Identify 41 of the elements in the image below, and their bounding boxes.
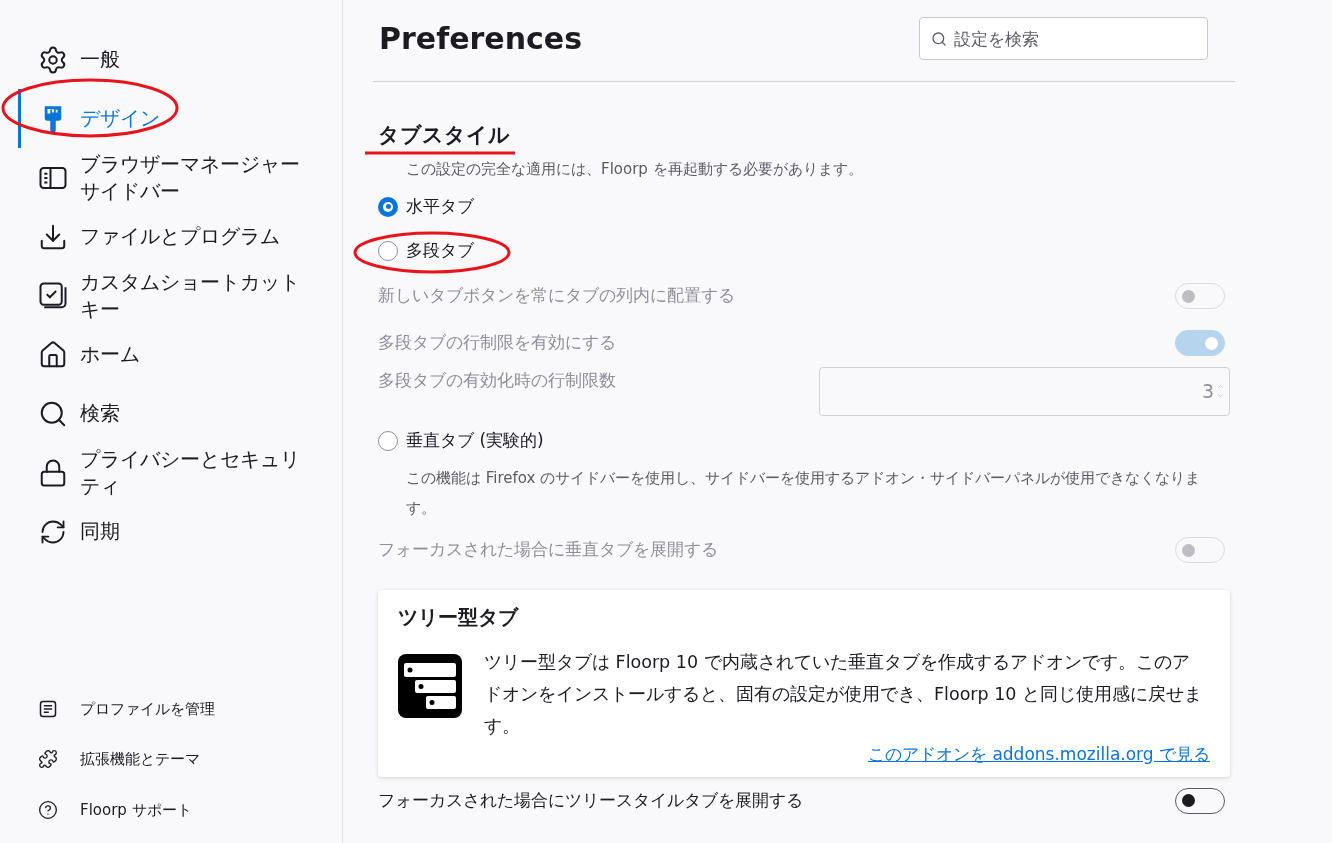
- search-icon: [931, 31, 947, 47]
- radio-label: 多段タブ: [406, 238, 474, 262]
- toggle-label: 新しいタブボタンを常にタブの列内に配置する: [378, 284, 735, 308]
- page-title: Preferences: [379, 20, 582, 58]
- footer-link[interactable]: Floorp サポート: [38, 798, 342, 821]
- sidebar-item[interactable]: プライバシーとセキュリティ: [18, 443, 342, 502]
- sidebar-item[interactable]: デザイン: [18, 89, 342, 148]
- section-heading: タブスタイル: [378, 122, 510, 148]
- sidebar-item[interactable]: ファイルとプログラム: [18, 207, 342, 266]
- toggle-label: 多段タブの行制限を有効にする: [378, 331, 616, 355]
- footer-link[interactable]: プロファイルを管理: [38, 697, 342, 720]
- puzzle-icon: [38, 749, 58, 770]
- radio-button[interactable]: [378, 240, 398, 261]
- radio-button[interactable]: [378, 430, 398, 451]
- sidebar-item[interactable]: 一般: [18, 30, 342, 89]
- help-icon: [38, 799, 58, 820]
- sidebar-item[interactable]: ホーム: [18, 325, 342, 384]
- number-label: 多段タブの有効化時の行制限数: [378, 368, 616, 392]
- addon-link[interactable]: このアドオンを addons.mozilla.org で見る: [868, 741, 1210, 767]
- toggle-label: フォーカスされた場合に垂直タブを展開する: [378, 538, 718, 562]
- profile-icon: [38, 698, 58, 719]
- sidebar-item[interactable]: 検索: [18, 384, 342, 443]
- section-note: この設定の完全な適用には、Floorp を再起動する必要があります。: [405, 159, 864, 180]
- sidebar-item[interactable]: 同期: [18, 502, 342, 561]
- paintbrush-icon: [42, 103, 64, 134]
- sidebar-item[interactable]: カスタムショートカットキー: [18, 266, 342, 325]
- lock-icon: [38, 457, 68, 488]
- radio-label: 水平タブ: [406, 194, 474, 218]
- toggle-label: フォーカスされた場合にツリースタイルタブを展開する: [378, 788, 803, 812]
- footer-link[interactable]: 拡張機能とテーマ: [38, 748, 342, 771]
- radio-button[interactable]: [378, 196, 398, 217]
- checkbox-stack-icon: [38, 280, 68, 311]
- option-description: この機能は Firefox のサイドバーを使用し、サイドバーを使用するアドオン・サイドバーパネルが使用できなくなります。: [405, 467, 1202, 519]
- home-icon: [38, 339, 68, 370]
- search-field[interactable]: 設定を検索: [919, 17, 1208, 60]
- tree-tabs-icon: [398, 653, 462, 718]
- gear-icon: [38, 44, 68, 75]
- card-title: ツリー型タブ: [398, 603, 520, 631]
- card-description: ツリー型タブは Floorp 10 で内蔵されていた垂直タブを作成するアドオンです。このアドオンをインストールすると、固有の設定が使用でき、Floorp 10 と同じ使用感に戻せます。: [484, 650, 1204, 738]
- radio-label: 垂直タブ (実験的): [406, 428, 544, 452]
- sidebar-item[interactable]: ブラウザーマネージャーサイドバー: [18, 148, 342, 207]
